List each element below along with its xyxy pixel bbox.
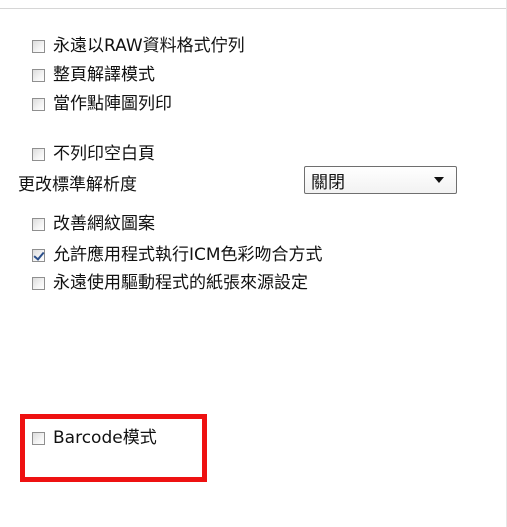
checkbox-label: 永遠以RAW資料格式佇列 [53,36,245,56]
printer-options-panel: { "options": [ {"label": "永遠以RAW資料格式佇列",… [0,0,507,527]
resolution-dropdown[interactable]: 關閉 [304,166,457,194]
checkbox-box[interactable] [32,147,45,161]
checkbox-box[interactable] [32,217,45,231]
checkbox-skip-blank-pages[interactable]: 不列印空白頁 [32,142,155,166]
checkbox-driver-paper-source[interactable]: 永遠使用驅動程式的紙張來源設定 [32,271,308,295]
checkbox-label: 允許應用程式執行ICM色彩吻合方式 [53,245,323,265]
checkbox-full-page-rendering[interactable]: 整頁解譯模式 [32,63,155,87]
checkbox-box[interactable] [32,68,45,82]
checkbox-raw-queue[interactable]: 永遠以RAW資料格式佇列 [32,34,245,58]
resolution-label: 更改標準解析度 [18,175,137,195]
checkbox-label: 當作點陣圖列印 [53,94,172,114]
checkbox-label: 不列印空白頁 [53,144,155,164]
checkbox-label: 整頁解譯模式 [53,65,155,85]
top-divider [0,0,507,9]
checkbox-icm-color-matching[interactable]: 允許應用程式執行ICM色彩吻合方式 [32,243,323,267]
checkbox-label: 改善網紋圖案 [53,214,155,234]
highlight-box [20,414,207,482]
checkbox-box[interactable] [32,276,45,290]
resolution-dropdown-value: 關閉 [311,172,345,193]
checkbox-box-checked[interactable] [32,248,45,262]
checkbox-label: 永遠使用驅動程式的紙張來源設定 [53,273,308,293]
checkbox-box[interactable] [32,97,45,111]
checkbox-box[interactable] [32,39,45,53]
chevron-down-icon[interactable] [434,177,444,183]
checkbox-improve-pattern[interactable]: 改善網紋圖案 [32,212,155,236]
checkbox-print-as-bitmap[interactable]: 當作點陣圖列印 [32,92,172,116]
